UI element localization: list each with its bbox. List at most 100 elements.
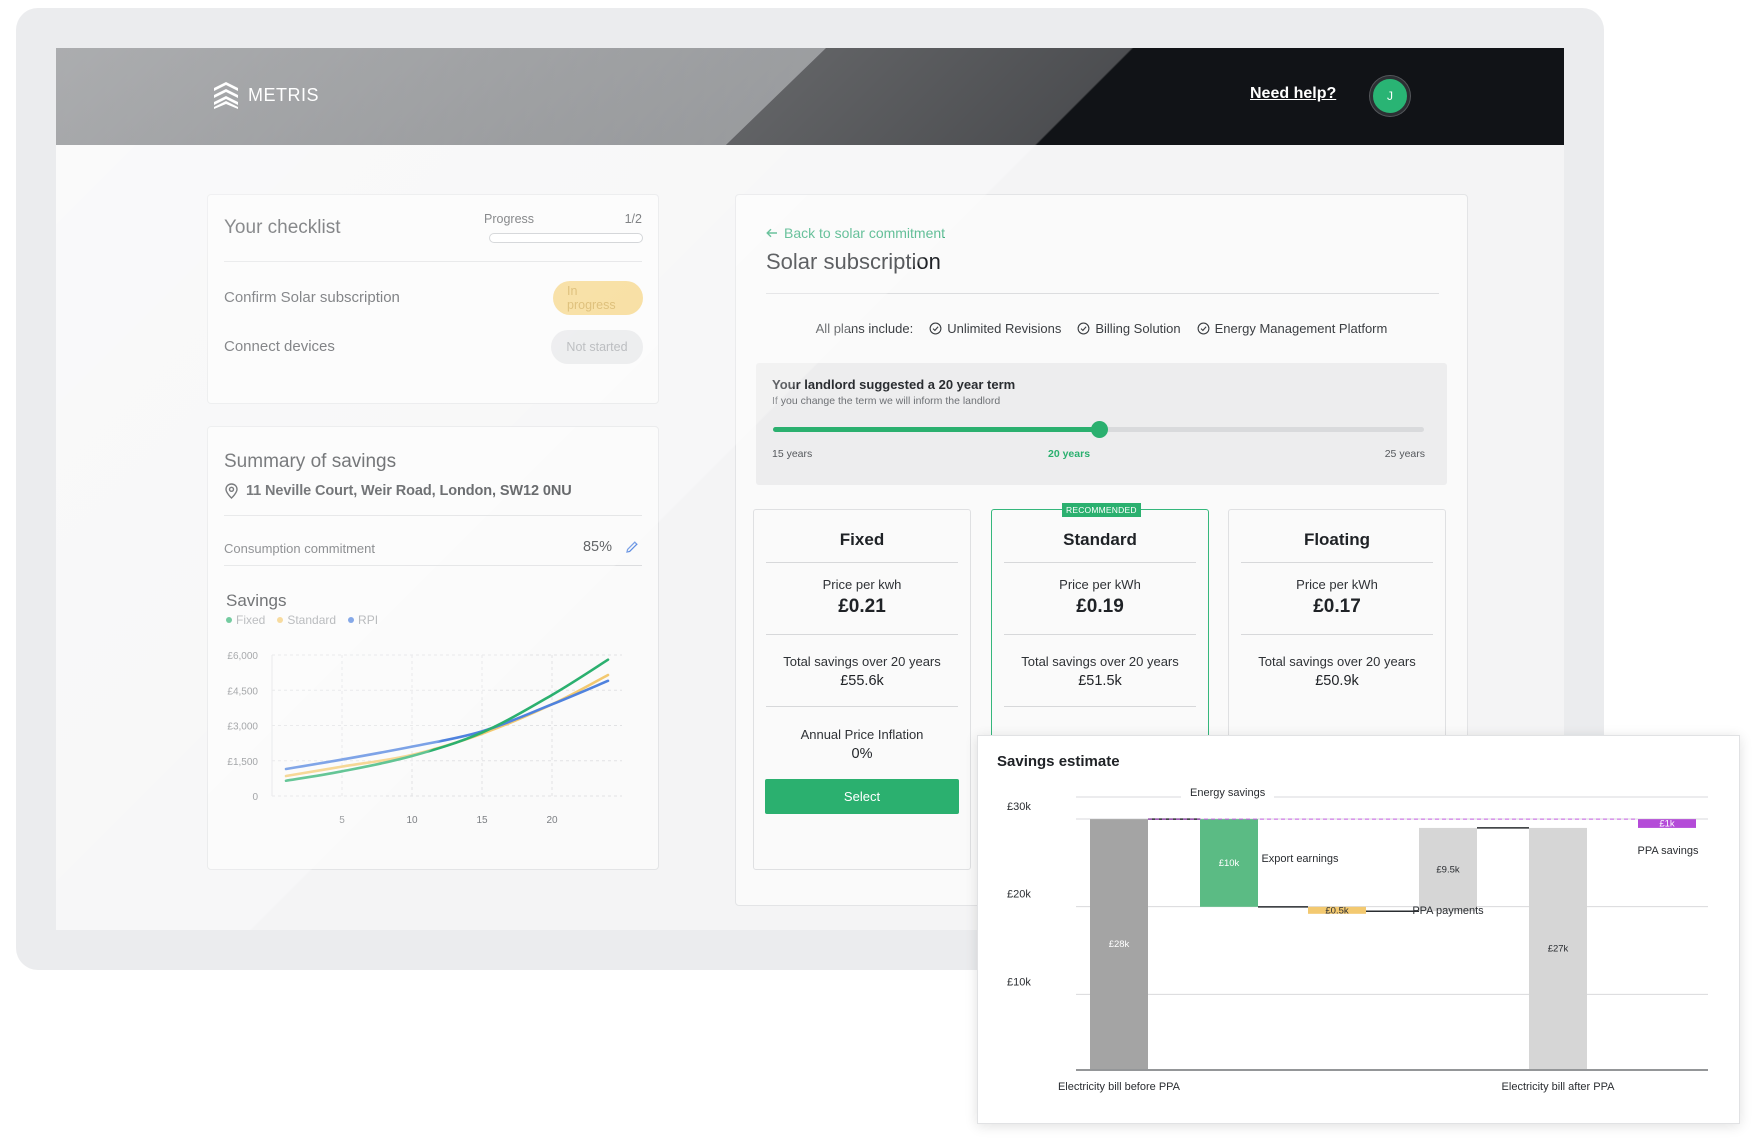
- price-label: Price per kWh: [1059, 577, 1141, 592]
- bar-value-label: £27k: [1548, 943, 1569, 954]
- price-label: Price per kwh: [822, 577, 902, 592]
- progress-label: Progress: [484, 212, 535, 226]
- savings-waterfall-chart: £30k £20k £10k £28k £10k £0.5k £9.5k £27k £1k Ene…: [1007, 787, 1708, 1093]
- legend-label: Fixed: [236, 613, 266, 627]
- savings-value: £50.9k: [1315, 673, 1359, 689]
- slider-value-label: 20 years: [1048, 448, 1091, 460]
- location-pin-icon: [225, 483, 238, 499]
- checklist-card: Your checklist Progress 1/2 Confirm Sola…: [207, 194, 659, 404]
- logo[interactable]: METRIS: [212, 80, 319, 110]
- summary-title: Summary of savings: [224, 451, 397, 472]
- term-subtitle: If you change the term we will inform th…: [772, 395, 1001, 407]
- consumption-value: 85%: [582, 539, 612, 555]
- y-tick-label: £6,000: [227, 651, 258, 662]
- summary-divider: [224, 565, 642, 566]
- savings-estimate-panel: Savings estimate £30k £20k £10k £28k £10k £0.…: [977, 735, 1740, 1124]
- annotation-ppa-payments: PPA payments: [1412, 905, 1484, 917]
- term-slider-fill: [773, 427, 1099, 432]
- plan-name: Fixed: [839, 530, 885, 549]
- consumption-label: Consumption commitment: [224, 541, 375, 556]
- bar-value-label: £9.5k: [1436, 865, 1459, 876]
- annotation-ppa-savings: PPA savings: [1638, 845, 1699, 857]
- savings-summary-card: Summary of savings 11 Neville Court, Wei…: [207, 426, 659, 870]
- y-tick-label: 0: [252, 792, 258, 803]
- back-link[interactable]: Back to solar commitment: [766, 225, 945, 241]
- status-badge: Not started: [551, 330, 643, 364]
- recommended-badge: RECOMMENDED: [1062, 503, 1141, 517]
- savings-chart-title: Savings: [226, 591, 287, 610]
- inclusions-label: All plans include:: [815, 321, 914, 336]
- inclusion-item: Unlimited Revisions: [929, 321, 1061, 336]
- task-label[interactable]: Connect devices: [224, 338, 335, 355]
- plan-divider: [1241, 634, 1433, 635]
- top-bar-highlight: [56, 48, 826, 145]
- plan-divider: [1004, 706, 1196, 707]
- x-tick-label: 15: [476, 815, 488, 826]
- inclusion-item: Billing Solution: [1077, 321, 1181, 336]
- x-tick-label: 10: [406, 815, 418, 826]
- inflation-label: Annual Price Inflation: [800, 727, 924, 742]
- series-line-fixed: [284, 658, 610, 783]
- need-help-link[interactable]: Need help?: [1250, 85, 1336, 103]
- legend-item-rpi: RPI: [348, 613, 378, 627]
- inclusion-label: Unlimited Revisions: [947, 321, 1062, 336]
- y-tick-label: £20k: [1007, 889, 1031, 901]
- savings-label: Total savings over 20 years: [1021, 654, 1179, 669]
- page-title: Solar subscription: [766, 249, 941, 274]
- y-tick-label: £30k: [1007, 801, 1031, 813]
- plan-name: Standard: [1063, 530, 1137, 549]
- annotation-export-earnings: Export earnings: [1261, 853, 1339, 865]
- bar-value-label: £10k: [1219, 858, 1240, 869]
- term-selector: Your landlord suggested a 20 year term I…: [756, 363, 1447, 485]
- legend-item-fixed: Fixed: [226, 613, 265, 627]
- plan-name: Floating: [1303, 530, 1371, 549]
- legend-label: Standard: [287, 613, 337, 627]
- check-circle-icon: [1077, 322, 1090, 335]
- savings-label: Total savings over 20 years: [1258, 654, 1416, 669]
- y-tick-label: £4,500: [227, 686, 258, 697]
- series-line-rpi: [284, 679, 610, 771]
- status-badge: In progress: [553, 281, 643, 315]
- plan-divider: [1004, 562, 1196, 563]
- term-slider-handle[interactable]: [1090, 421, 1108, 438]
- plan-divider: [766, 562, 958, 563]
- check-circle-icon: [929, 322, 942, 335]
- x-tick-label: 5: [339, 815, 345, 826]
- savings-line-chart: £6,000 £4,500 £3,000 £1,500 0 5 10 15 20: [227, 651, 622, 826]
- plan-inclusions: All plans include: Unlimited Revisions B…: [736, 321, 1467, 336]
- select-button[interactable]: Select: [765, 779, 959, 814]
- price-value: £0.21: [838, 596, 886, 617]
- progress-bar: [489, 233, 643, 243]
- price-value: £0.19: [1076, 596, 1124, 617]
- legend-dot: [226, 617, 232, 623]
- top-bar: METRIS Need help? J: [56, 48, 1564, 145]
- price-value: £0.17: [1313, 596, 1361, 617]
- price-label: Price per kWh: [1296, 577, 1378, 592]
- bar-value-label: £28k: [1109, 939, 1130, 950]
- check-circle-icon: [1197, 322, 1210, 335]
- savings-value: £51.5k: [1078, 673, 1122, 689]
- inclusion-item: Energy Management Platform: [1197, 321, 1388, 336]
- plan-divider: [1004, 634, 1196, 635]
- inclusion-label: Energy Management Platform: [1214, 321, 1388, 336]
- y-tick-label: £10k: [1007, 976, 1031, 988]
- back-link-label: Back to solar commitment: [784, 225, 946, 241]
- address-text: 11 Neville Court, Weir Road, London, SW1…: [246, 483, 572, 499]
- legend-dot: [348, 617, 355, 623]
- y-tick-label: £3,000: [227, 722, 258, 733]
- progress-count: 1/2: [624, 212, 642, 226]
- avatar[interactable]: J: [1370, 76, 1410, 116]
- savings-legend: Fixed Standard RPI: [226, 613, 378, 627]
- pencil-icon[interactable]: [624, 539, 640, 555]
- inclusion-label: Billing Solution: [1095, 321, 1181, 336]
- plan-card-fixed[interactable]: Fixed Price per kwh £0.21 Total savings …: [753, 509, 971, 870]
- savings-label: Total savings over 20 years: [783, 654, 941, 669]
- inflation-value: 0%: [851, 746, 873, 762]
- annotation-energy-savings: Energy savings: [1190, 787, 1266, 799]
- y-tick-label: £1,500: [227, 757, 258, 768]
- term-slider[interactable]: [773, 421, 1424, 438]
- task-label[interactable]: Confirm Solar subscription: [224, 289, 400, 306]
- checklist-divider: [224, 261, 642, 262]
- plan-divider: [766, 706, 958, 707]
- slider-max-label: 25 years: [1384, 448, 1425, 460]
